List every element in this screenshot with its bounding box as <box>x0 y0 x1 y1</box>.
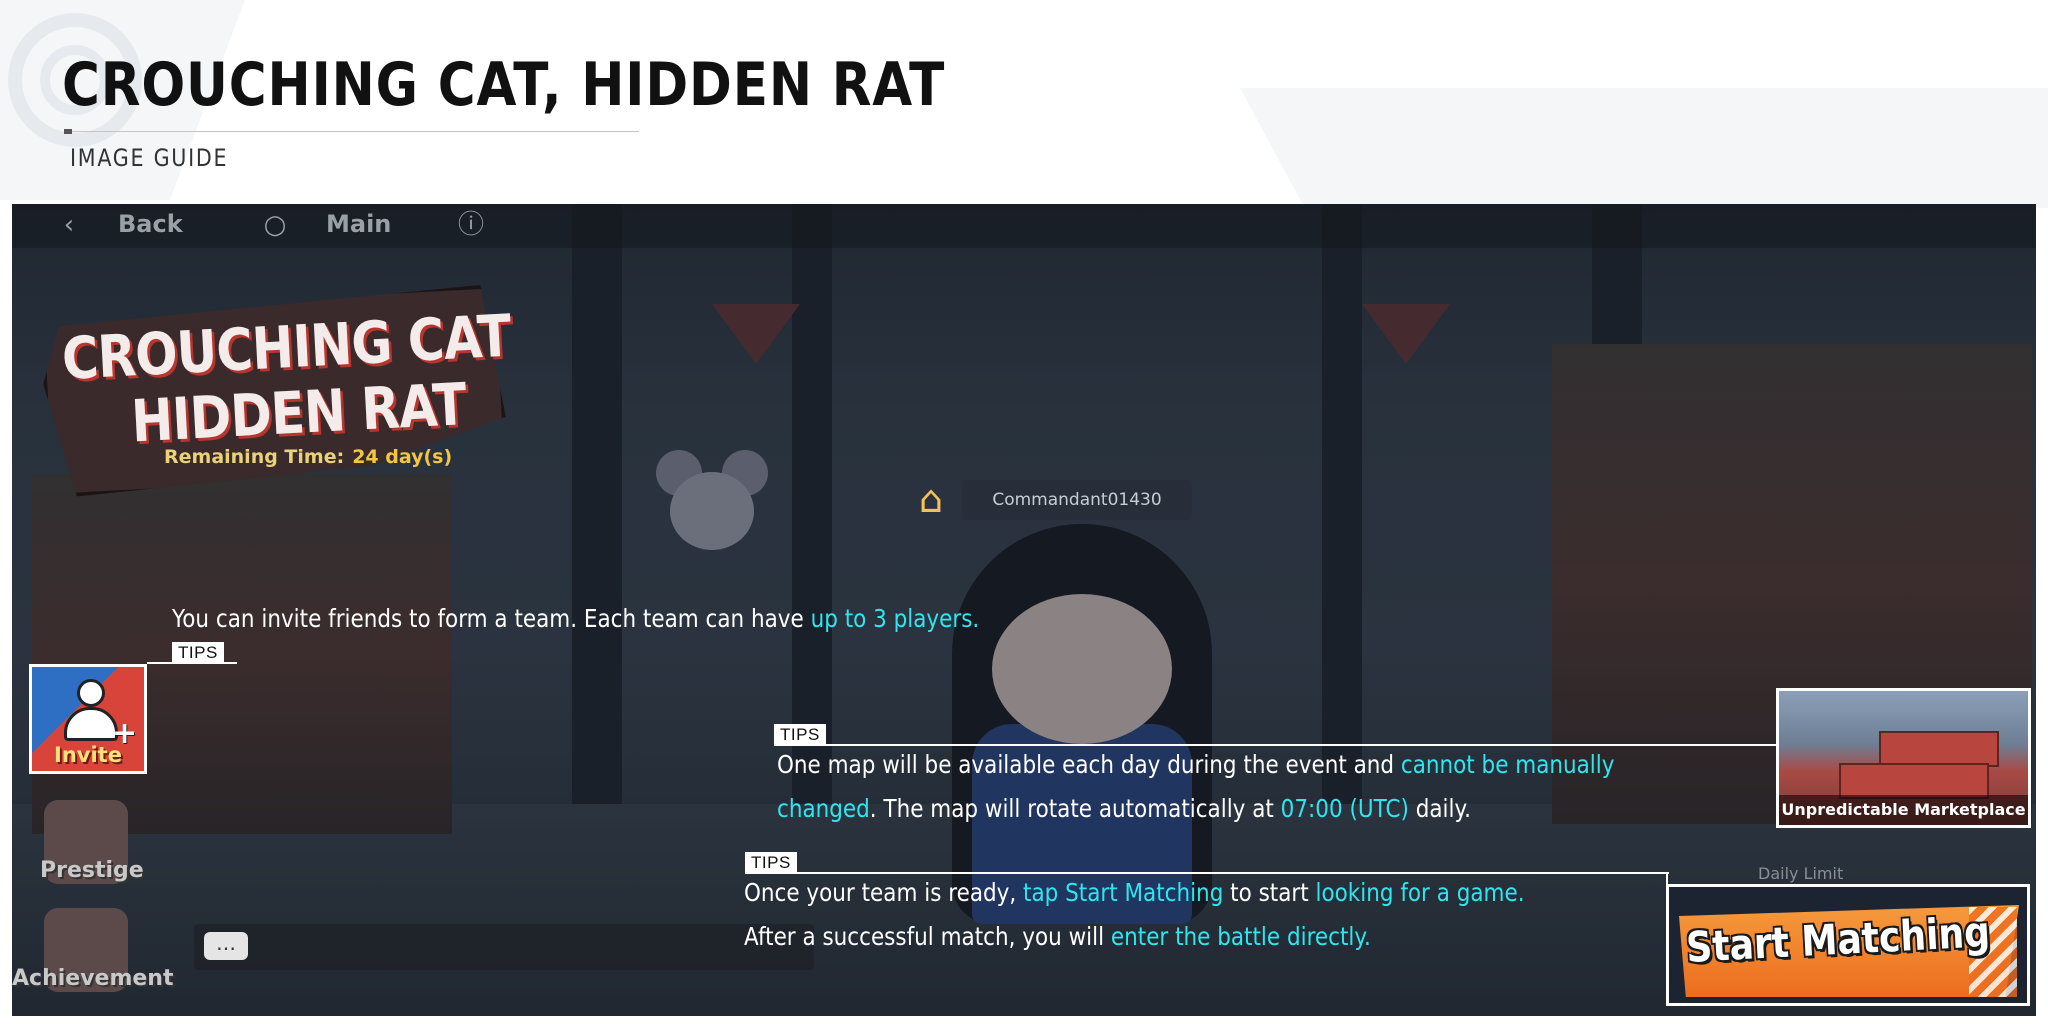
invite-button-label: Invite <box>54 743 122 767</box>
game-top-bar: ‹ Back ○ Main ⓘ <box>12 204 2036 248</box>
tip-match-text-line1: Once your team is ready, tap Start Match… <box>744 878 1525 907</box>
prestige-button-label[interactable]: Prestige <box>40 858 144 883</box>
map-card[interactable]: Unpredictable Marketplace <box>1776 688 2031 828</box>
back-chevron-icon[interactable]: ‹ <box>54 210 84 240</box>
info-icon[interactable]: ⓘ <box>456 210 486 240</box>
header-decoration-shape <box>1240 88 2048 208</box>
invite-button[interactable]: + Invite <box>29 664 147 774</box>
tip-connector-line <box>774 744 1776 746</box>
tips-tag: TIPS <box>172 642 224 663</box>
tip-match-text-line2: After a successful match, you will enter… <box>744 922 1371 951</box>
main-button[interactable]: Main <box>326 210 391 238</box>
remaining-time-value: 24 day(s) <box>352 446 453 468</box>
page-title: CROUCHING CAT, HIDDEN RAT <box>62 50 946 120</box>
achievement-button-label[interactable]: Achievement <box>12 966 173 991</box>
tip-invite-text: You can invite friends to form a team. E… <box>172 604 980 633</box>
tips-tag: TIPS <box>745 852 797 873</box>
remaining-time: Remaining Time: 24 day(s) <box>164 446 453 468</box>
start-matching-area: Start Matching <box>1666 884 2030 1006</box>
tip-connector-line <box>147 662 237 664</box>
game-screenshot: ‹ Back ○ Main ⓘ CROUCHING CAT HIDDEN RAT… <box>12 204 2036 1016</box>
map-name: Unpredictable Marketplace <box>1779 795 2028 825</box>
chat-bar[interactable]: … <box>194 924 814 970</box>
chat-bubble-icon[interactable]: … <box>204 932 248 960</box>
tip-map-text-line2: changed. The map will rotate automatical… <box>777 794 1471 823</box>
daily-limit: Daily Limit <box>1758 864 1844 883</box>
tip-map-text-line1: One map will be available each day durin… <box>777 750 1615 779</box>
player-name-tag: Commandant01430 <box>962 480 1192 520</box>
tip-connector-line <box>745 872 1669 874</box>
tip-connector-line <box>1666 872 1668 886</box>
map-thumbnail-shelf <box>1879 731 1999 767</box>
home-icon: ⌂ <box>918 477 944 521</box>
back-button[interactable]: Back <box>118 210 183 238</box>
page-subtitle: IMAGE GUIDE <box>70 144 229 172</box>
tips-tag: TIPS <box>774 724 826 745</box>
main-circle-icon[interactable]: ○ <box>260 210 290 240</box>
title-divider <box>64 129 639 134</box>
map-thumbnail-shelf <box>1839 763 1989 799</box>
